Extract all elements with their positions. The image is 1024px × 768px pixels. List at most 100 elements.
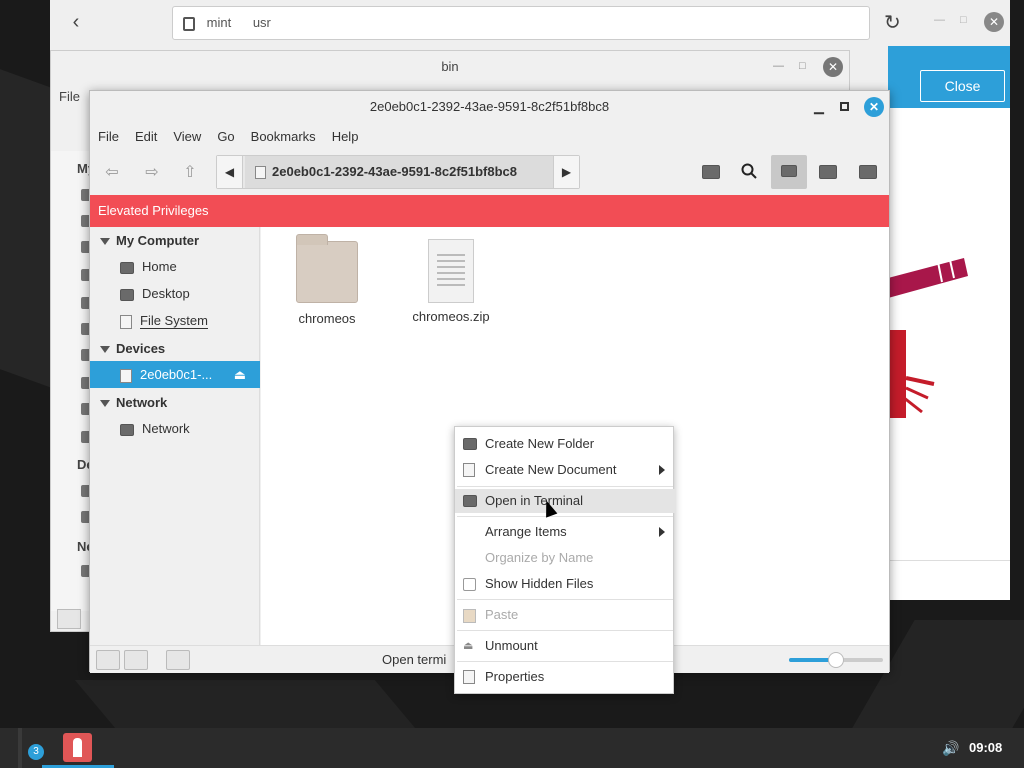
menu-edit[interactable]: Edit bbox=[127, 127, 165, 147]
separator bbox=[457, 516, 673, 517]
menu-item-label: Show Hidden Files bbox=[485, 576, 594, 591]
close-icon[interactable]: ✕ bbox=[864, 97, 884, 117]
search-icon[interactable] bbox=[741, 163, 757, 179]
menu-view[interactable]: View bbox=[165, 127, 209, 147]
menu-file[interactable]: File bbox=[59, 89, 80, 104]
sidebar-item-label: File System bbox=[140, 313, 208, 329]
volume-icon[interactable]: 🔊 bbox=[942, 740, 959, 757]
minimize-icon[interactable]: — bbox=[773, 60, 784, 72]
list-view-icon[interactable] bbox=[819, 165, 837, 179]
zoom-slider[interactable] bbox=[789, 652, 883, 668]
separator bbox=[457, 630, 673, 631]
url-part-1: mint bbox=[206, 15, 232, 30]
checkbox[interactable] bbox=[463, 578, 476, 591]
address-bar[interactable]: mint usr bbox=[172, 6, 870, 40]
home-folder-icon bbox=[120, 261, 134, 274]
file-item-folder[interactable]: chromeos bbox=[272, 234, 382, 326]
up-icon[interactable]: ⇧ bbox=[178, 161, 202, 185]
sidebar: My Computer Home Desktop File System Dev… bbox=[90, 227, 260, 645]
url-part-2: usr bbox=[252, 15, 271, 30]
sidebar-section-network[interactable]: Network bbox=[100, 395, 167, 410]
sidebar-item-filesystem[interactable]: File System bbox=[90, 307, 260, 334]
sidebar-section-my-computer[interactable]: My Computer bbox=[100, 233, 199, 248]
back-icon[interactable]: ⇦ bbox=[100, 161, 124, 185]
workspace-badge[interactable]: 3 bbox=[28, 744, 44, 760]
eject-icon[interactable]: ⏏ bbox=[234, 361, 246, 388]
menu-item-create-document[interactable]: Create New Document bbox=[455, 458, 675, 482]
path-left-arrow-icon[interactable]: ◀ bbox=[217, 156, 243, 188]
compact-view-icon[interactable] bbox=[859, 165, 877, 179]
folder-icon bbox=[463, 438, 477, 450]
properties-icon bbox=[463, 670, 475, 684]
menu-item-label: Paste bbox=[485, 607, 519, 622]
window-title: bin bbox=[441, 59, 459, 74]
close-icon[interactable]: ✕ bbox=[984, 12, 1004, 32]
sidebar-item-network[interactable]: Network bbox=[90, 415, 260, 442]
menu-item-label: Open in Terminal bbox=[485, 493, 584, 508]
clock[interactable]: 09:08 bbox=[969, 740, 1002, 755]
network-icon bbox=[120, 423, 134, 436]
menu-item-show-hidden[interactable]: Show Hidden Files bbox=[455, 572, 675, 596]
sidebar-item-label: Network bbox=[142, 421, 190, 436]
back-arrow-icon[interactable]: ‹ bbox=[64, 10, 88, 34]
maximize-icon[interactable]: □ bbox=[799, 60, 806, 72]
path-crumb[interactable]: 2e0eb0c1-2392-43ae-9591-8c2f51bf8bc8 bbox=[245, 156, 553, 188]
reload-icon[interactable]: ↻ bbox=[884, 10, 901, 35]
maximize-icon[interactable]: □ bbox=[960, 14, 967, 26]
sidebar-item-home[interactable]: Home bbox=[90, 253, 260, 280]
icon-view-button[interactable] bbox=[771, 155, 807, 189]
menu-bookmarks[interactable]: Bookmarks bbox=[243, 127, 324, 147]
menu-item-open-terminal[interactable]: Open in Terminal bbox=[455, 489, 675, 513]
file-name: chromeos bbox=[298, 311, 356, 326]
toggle-location-icon[interactable] bbox=[702, 165, 720, 179]
submenu-arrow-icon bbox=[659, 465, 665, 475]
path-right-arrow-icon[interactable]: ▶ bbox=[553, 156, 579, 188]
terminal-icon bbox=[463, 495, 477, 507]
drive-icon bbox=[120, 368, 132, 383]
status-toggle-button[interactable] bbox=[57, 609, 81, 629]
menubar: File Edit View Go Bookmarks Help bbox=[90, 127, 366, 147]
menu-item-label: Create New Document bbox=[485, 462, 617, 477]
separator bbox=[457, 661, 673, 662]
app-launcher-icon[interactable] bbox=[63, 733, 92, 762]
menu-item-label: Unmount bbox=[485, 638, 538, 653]
menu-item-create-folder[interactable]: Create New Folder bbox=[455, 432, 675, 456]
icon-view-icon bbox=[781, 165, 797, 177]
show-sidebar-button[interactable] bbox=[96, 650, 120, 670]
menu-go[interactable]: Go bbox=[209, 127, 242, 147]
separator bbox=[457, 599, 673, 600]
hide-sidebar-button[interactable] bbox=[166, 650, 190, 670]
sidebar-section-devices[interactable]: Devices bbox=[100, 341, 165, 356]
sidebar-item-desktop[interactable]: Desktop bbox=[90, 280, 260, 307]
new-document-icon bbox=[463, 463, 475, 477]
clipboard-icon bbox=[463, 609, 476, 623]
eject-icon: ⏏ bbox=[463, 640, 474, 652]
minimize-icon[interactable]: ▁ bbox=[814, 99, 824, 115]
show-treeview-button[interactable] bbox=[124, 650, 148, 670]
menu-item-organize-by-name: Organize by Name bbox=[455, 546, 675, 570]
menu-file[interactable]: File bbox=[90, 127, 127, 147]
file-name: chromeos.zip bbox=[412, 309, 490, 324]
desktop-folder-icon bbox=[120, 288, 134, 301]
close-icon[interactable]: ✕ bbox=[823, 57, 843, 77]
menu-item-arrange-items[interactable]: Arrange Items bbox=[455, 520, 675, 544]
menu-help[interactable]: Help bbox=[324, 127, 367, 147]
file-item-zip[interactable]: chromeos.zip bbox=[396, 239, 506, 324]
sidebar-section-label: Devices bbox=[116, 341, 166, 356]
path-crumb-label: 2e0eb0c1-2392-43ae-9591-8c2f51bf8bc8 bbox=[272, 164, 518, 179]
forward-icon[interactable]: ⇨ bbox=[140, 161, 164, 185]
menu-item-label: Arrange Items bbox=[485, 524, 567, 539]
sidebar-section-label: My Computer bbox=[116, 233, 200, 248]
status-text: Open termi bbox=[382, 652, 447, 667]
sidebar-item-device[interactable]: 2e0eb0c1-... ⏏ bbox=[90, 361, 260, 388]
menu-item-properties[interactable]: Properties bbox=[455, 665, 675, 689]
lock-icon bbox=[183, 16, 195, 31]
minimize-icon[interactable]: — bbox=[934, 14, 945, 26]
close-button[interactable]: Close bbox=[920, 70, 1005, 102]
filesystem-icon bbox=[120, 314, 132, 329]
menu-item-label: Create New Folder bbox=[485, 436, 595, 451]
maximize-icon[interactable] bbox=[840, 102, 849, 111]
menu-item-unmount[interactable]: ⏏ Unmount bbox=[455, 634, 675, 658]
zoom-knob[interactable] bbox=[828, 652, 844, 668]
sidebar-item-label: Desktop bbox=[142, 286, 190, 301]
